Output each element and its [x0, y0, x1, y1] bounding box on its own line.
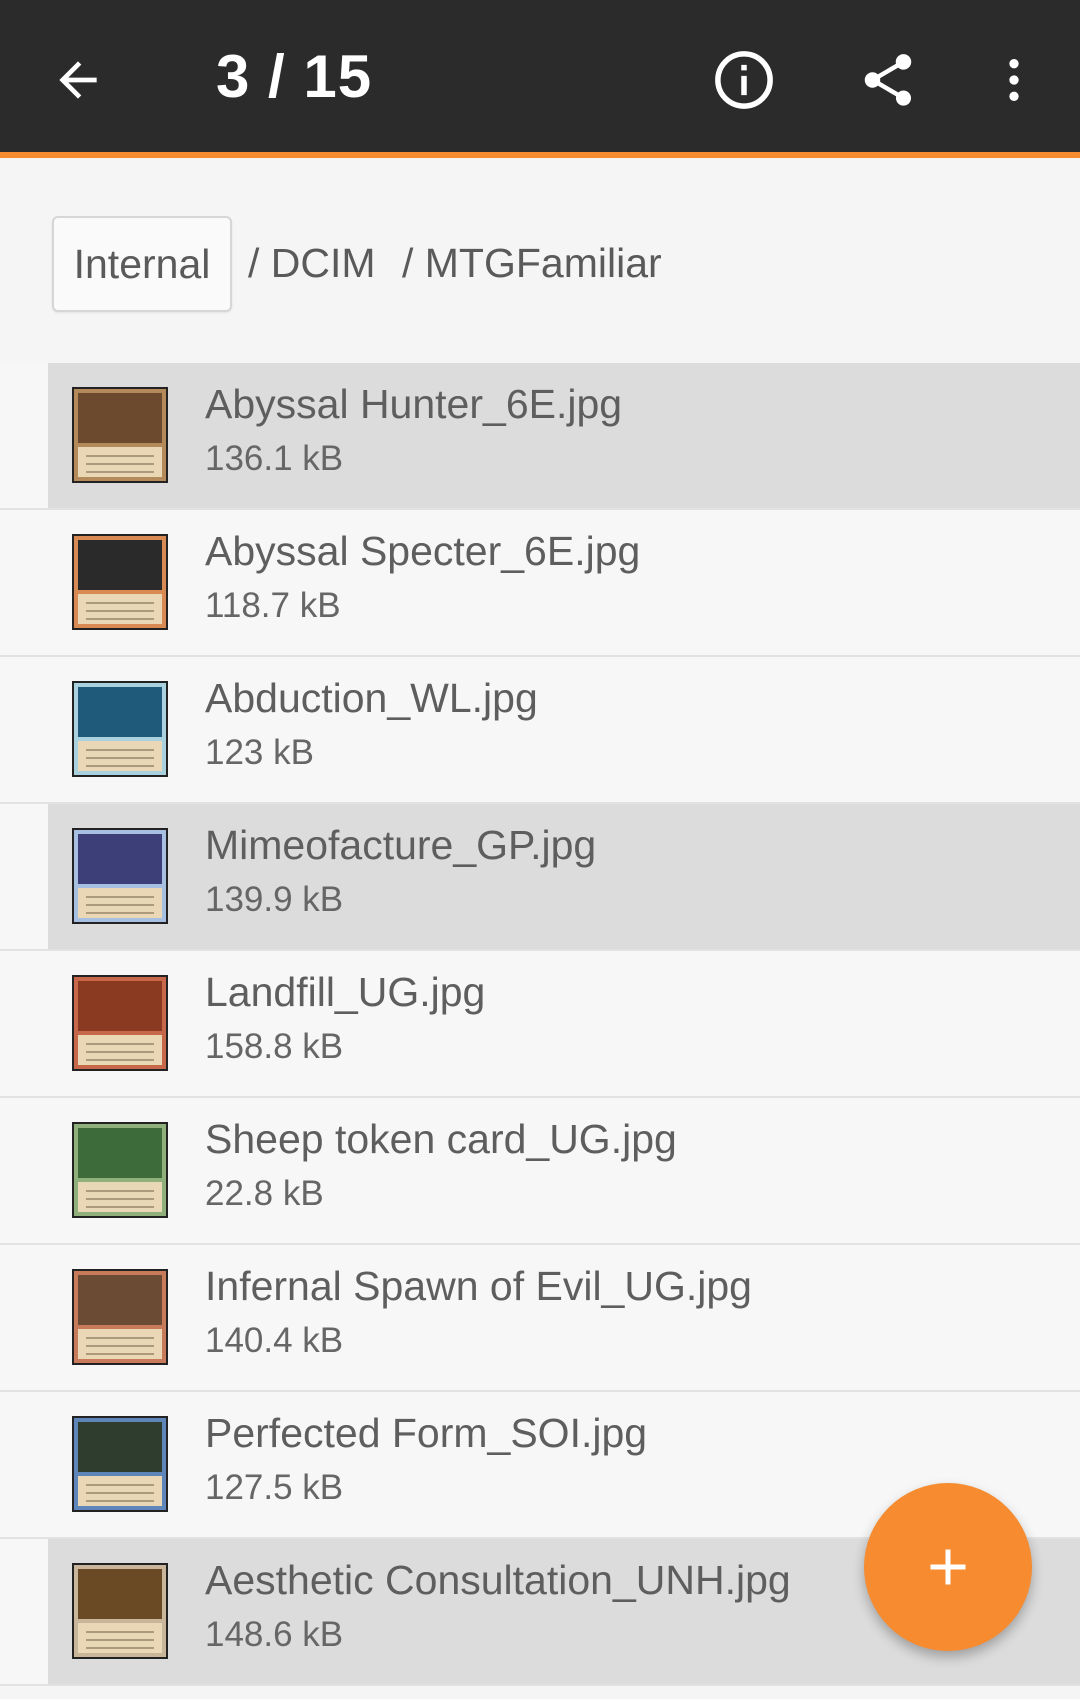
file-row[interactable]: Abduction_WL.jpg 123 kB [0, 657, 1080, 804]
file-name: Perfected Form_SOI.jpg [205, 1410, 648, 1456]
file-row[interactable]: Landfill_UG.jpg 158.8 kB [0, 951, 1080, 1098]
file-name: Aesthetic Consultation_UNH.jpg [205, 1557, 791, 1603]
file-size: 139.9 kB [205, 880, 344, 919]
file-row[interactable]: Abyssal Specter_6E.jpg 118.7 kB [0, 510, 1080, 657]
file-thumbnail [72, 1122, 168, 1218]
file-size: 118.7 kB [205, 586, 341, 625]
file-thumbnail [72, 387, 168, 483]
file-name: Mimeofacture_GP.jpg [205, 822, 597, 868]
file-row[interactable]: Infernal Spawn of Evil_UG.jpg 140.4 kB [0, 1245, 1080, 1392]
more-vert-icon [1009, 59, 1019, 101]
file-size: 158.8 kB [205, 1027, 344, 1066]
file-size: 136.1 kB [205, 439, 344, 478]
file-size: 127.5 kB [205, 1468, 344, 1507]
file-size: 123 kB [205, 733, 314, 772]
file-thumbnail [72, 681, 168, 777]
file-thumbnail [72, 975, 168, 1071]
back-button[interactable] [28, 30, 128, 130]
breadcrumb-mtgfamiliar[interactable]: / MTGFamiliar [402, 240, 662, 287]
file-size: 22.8 kB [205, 1174, 324, 1213]
share-button[interactable] [838, 30, 938, 130]
app-bar: 3 / 15 [0, 0, 1080, 158]
file-name: Abyssal Hunter_6E.jpg [205, 381, 623, 427]
file-row[interactable]: Sheep token card_UG.jpg 22.8 kB [0, 1098, 1080, 1245]
breadcrumb-internal[interactable]: Internal [52, 216, 232, 312]
breadcrumb: Internal / DCIM / MTGFamiliar [0, 158, 1080, 363]
share-icon [864, 54, 912, 106]
file-row[interactable]: Mimeofacture_GP.jpg 139.9 kB [0, 804, 1080, 951]
file-name: Abyssal Specter_6E.jpg [205, 528, 641, 574]
file-name: Infernal Spawn of Evil_UG.jpg [205, 1263, 752, 1309]
file-size: 140.4 kB [205, 1321, 344, 1360]
file-thumbnail [72, 828, 168, 924]
file-name: Abduction_WL.jpg [205, 675, 538, 721]
file-name: Sheep token card_UG.jpg [205, 1116, 677, 1162]
add-button[interactable] [864, 1483, 1032, 1651]
arrow-left-icon [59, 61, 97, 99]
file-thumbnail [72, 1416, 168, 1512]
file-thumbnail [72, 534, 168, 630]
info-button[interactable] [694, 30, 794, 130]
info-icon [715, 51, 773, 109]
file-size: 148.6 kB [205, 1615, 344, 1654]
breadcrumb-dcim[interactable]: / DCIM [248, 240, 376, 287]
overflow-menu-button[interactable] [964, 30, 1064, 130]
plus-icon [930, 1549, 966, 1585]
file-thumbnail [72, 1563, 168, 1659]
file-name: Landfill_UG.jpg [205, 969, 486, 1015]
file-row[interactable]: Abyssal Hunter_6E.jpg 136.1 kB [0, 363, 1080, 510]
page-counter: 3 / 15 [216, 43, 373, 110]
file-thumbnail [72, 1269, 168, 1365]
